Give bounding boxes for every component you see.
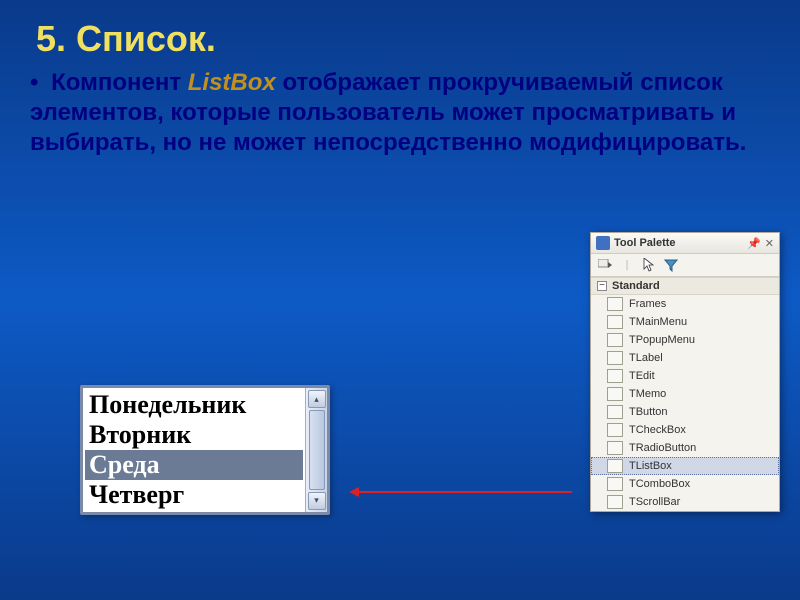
separator: | xyxy=(619,257,635,273)
palette-item-label: TCheckBox xyxy=(629,424,686,436)
component-icon xyxy=(607,333,623,347)
palette-item-tcheckbox[interactable]: TCheckBox xyxy=(591,421,779,439)
arrow-annotation xyxy=(352,491,572,493)
palette-item-label: TMainMenu xyxy=(629,316,687,328)
slide-title: 5. Список. xyxy=(0,0,800,60)
palette-item-label: TComboBox xyxy=(629,478,690,490)
palette-item-label: TLabel xyxy=(629,352,663,364)
desc-listbox-word: ListBox xyxy=(188,69,276,96)
palette-toolbar: | xyxy=(591,254,779,277)
tool-palette: Tool Palette 📌 ✕ | − Standard Frames TMai… xyxy=(590,232,780,512)
palette-item-label: TPopupMenu xyxy=(629,334,695,346)
palette-item-tlabel[interactable]: TLabel xyxy=(591,349,779,367)
palette-item-label: TRadioButton xyxy=(629,442,696,454)
palette-item-label: Frames xyxy=(629,298,666,310)
palette-header[interactable]: Tool Palette 📌 ✕ xyxy=(591,233,779,254)
listbox-item[interactable]: Среда xyxy=(85,450,303,480)
filter-icon[interactable] xyxy=(663,257,679,273)
listbox-example: ПонедельникВторникСредаЧетверг ▴ ▾ xyxy=(80,385,330,515)
component-icon xyxy=(607,315,623,329)
component-icon xyxy=(607,441,623,455)
listbox-item[interactable]: Четверг xyxy=(85,480,303,510)
palette-item-tedit[interactable]: TEdit xyxy=(591,367,779,385)
component-icon xyxy=(607,477,623,491)
palette-item-tscrollbar[interactable]: TScrollBar xyxy=(591,493,779,511)
palette-icon xyxy=(596,236,610,250)
palette-item-tradiobutton[interactable]: TRadioButton xyxy=(591,439,779,457)
listbox-items[interactable]: ПонедельникВторникСредаЧетверг xyxy=(83,388,305,512)
listbox-item[interactable]: Понедельник xyxy=(85,390,303,420)
desc-text-before: Компонент xyxy=(51,69,188,96)
palette-item-label: TListBox xyxy=(629,460,672,472)
close-icon[interactable]: ✕ xyxy=(765,237,774,250)
listbox-scrollbar[interactable]: ▴ ▾ xyxy=(305,388,327,512)
component-icon xyxy=(607,495,623,509)
scroll-up-icon[interactable]: ▴ xyxy=(308,390,326,408)
palette-item-label: TMemo xyxy=(629,388,666,400)
palette-item-tpopupmenu[interactable]: TPopupMenu xyxy=(591,331,779,349)
component-icon xyxy=(607,405,623,419)
component-icon xyxy=(607,297,623,311)
palette-item-tbutton[interactable]: TButton xyxy=(591,403,779,421)
collapse-icon[interactable]: − xyxy=(597,281,607,291)
slide-description: • Компонент ListBox отображает прокручив… xyxy=(0,60,800,158)
pin-icon[interactable]: 📌 xyxy=(747,237,761,250)
listbox-item[interactable]: Вторник xyxy=(85,420,303,450)
component-icon xyxy=(607,351,623,365)
palette-item-tlistbox[interactable]: TListBox xyxy=(591,457,779,475)
palette-item-tmainmenu[interactable]: TMainMenu xyxy=(591,313,779,331)
palette-item-frames[interactable]: Frames xyxy=(591,295,779,313)
palette-item-tcombobox[interactable]: TComboBox xyxy=(591,475,779,493)
pointer-tool-icon[interactable] xyxy=(641,257,657,273)
palette-category[interactable]: − Standard xyxy=(591,277,779,295)
palette-item-label: TButton xyxy=(629,406,668,418)
component-icon xyxy=(607,459,623,473)
scroll-down-icon[interactable]: ▾ xyxy=(308,492,326,510)
component-icon xyxy=(607,369,623,383)
scroll-thumb[interactable] xyxy=(309,410,325,490)
palette-title: Tool Palette xyxy=(614,237,743,249)
component-icon xyxy=(607,423,623,437)
palette-item-label: TEdit xyxy=(629,370,655,382)
bullet-icon: • xyxy=(30,69,38,96)
categories-dropdown[interactable] xyxy=(597,257,613,273)
palette-item-label: TScrollBar xyxy=(629,496,680,508)
component-icon xyxy=(607,387,623,401)
palette-item-tmemo[interactable]: TMemo xyxy=(591,385,779,403)
category-name: Standard xyxy=(612,280,660,292)
